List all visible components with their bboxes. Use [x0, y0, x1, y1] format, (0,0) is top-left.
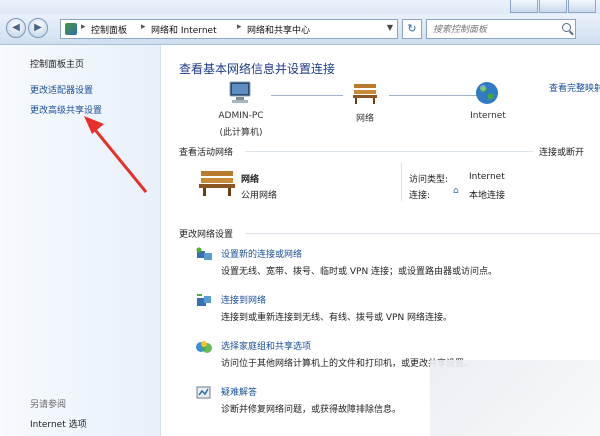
connect-disconnect-link[interactable]: 连接或断开 [539, 145, 584, 158]
address-toolbar: ◀ ▶ ▸ 控制面板 ▸ 网络和 Internet ▸ 网络和共享中心 ▼ ↻ [0, 14, 600, 45]
connect-network-desc: 连接到或重新连接到无线、有线、拨号或 VPN 网络连接。 [221, 313, 453, 323]
breadcrumb-control-panel[interactable]: 控制面板 [91, 23, 127, 36]
page-title: 查看基本网络信息并设置连接 [179, 62, 336, 76]
new-connection-icon [196, 247, 212, 260]
breadcrumb-network-sharing-center[interactable]: 网络和共享中心 [247, 23, 310, 36]
setup-connection-desc: 设置无线、宽带、拨号、临时或 VPN 连接；或设置路由器或访问点。 [221, 267, 498, 277]
homegroup-icon [196, 341, 212, 353]
access-type-label: 访问类型: [409, 175, 449, 185]
control-panel-home-link[interactable]: 控制面板主页 [30, 57, 84, 70]
crumb-separator-icon: ▸ [81, 22, 86, 32]
homegroup-sharing-link[interactable]: 选择家庭组和共享选项 [221, 339, 311, 352]
search-input[interactable] [431, 21, 555, 39]
back-button[interactable]: ◀ [6, 18, 26, 38]
search-icon[interactable] [562, 23, 571, 32]
change-settings-heading: 更改网络设置 [179, 230, 234, 240]
section-divider [245, 151, 533, 152]
address-bar[interactable]: ▸ 控制面板 ▸ 网络和 Internet ▸ 网络和共享中心 ▼ [60, 19, 398, 39]
troubleshoot-icon [196, 386, 211, 399]
see-full-map-link[interactable]: 查看完整映射 [549, 81, 600, 94]
control-panel-icon [65, 23, 77, 35]
minimize-button[interactable] [510, 0, 538, 13]
background-wash [430, 360, 600, 436]
left-pane: 控制面板主页 更改适配器设置 更改高级共享设置 另请参阅 Internet 选项 [0, 45, 161, 436]
setup-connection-link[interactable]: 设置新的连接或网络 [221, 247, 302, 260]
chevron-down-icon[interactable]: ▼ [387, 23, 393, 32]
maximize-button[interactable] [539, 0, 567, 13]
bench-network-icon [353, 84, 377, 104]
access-type-value: Internet [469, 172, 505, 182]
change-adapter-settings-link[interactable]: 更改适配器设置 [30, 83, 93, 96]
change-advanced-sharing-link[interactable]: 更改高级共享设置 [30, 103, 102, 116]
network-node-label: 网络 [355, 114, 374, 124]
troubleshoot-link[interactable]: 疑难解答 [221, 385, 257, 398]
crumb-separator-icon: ▸ [141, 22, 146, 32]
connect-network-link[interactable]: 连接到网络 [221, 293, 266, 306]
forward-button[interactable]: ▶ [28, 18, 48, 38]
network-type-link[interactable]: 公用网络 [241, 188, 277, 201]
connect-network-icon [197, 294, 211, 306]
crumb-separator-icon: ▸ [237, 22, 242, 32]
active-network-name: 网络 [241, 175, 260, 185]
section-divider [245, 233, 600, 234]
vertical-divider [401, 163, 402, 201]
local-connection-link[interactable]: 本地连接 [469, 188, 505, 201]
bench-network-icon [199, 171, 235, 196]
internet-node-label: Internet [470, 111, 506, 121]
search-box[interactable] [426, 19, 576, 39]
globe-icon [476, 82, 498, 104]
window-buttons [509, 0, 596, 14]
connection-label: 连接: [409, 191, 431, 201]
ethernet-icon: ⌂ [453, 186, 459, 196]
breadcrumb-network-internet[interactable]: 网络和 Internet [151, 23, 217, 36]
computer-icon [229, 81, 251, 103]
troubleshoot-desc: 诊断并修复网络问题，或获得故障排除信息。 [221, 405, 402, 415]
computer-subtitle: (此计算机) [219, 128, 263, 138]
map-connector [389, 95, 477, 96]
internet-options-link[interactable]: Internet 选项 [30, 417, 87, 430]
active-networks-heading: 查看活动网络 [179, 148, 234, 158]
close-button[interactable] [568, 0, 596, 13]
refresh-button[interactable]: ↻ [402, 19, 422, 39]
computer-name: ADMIN-PC [218, 111, 264, 121]
see-also-heading: 另请参阅 [30, 400, 67, 410]
map-connector [271, 95, 343, 96]
